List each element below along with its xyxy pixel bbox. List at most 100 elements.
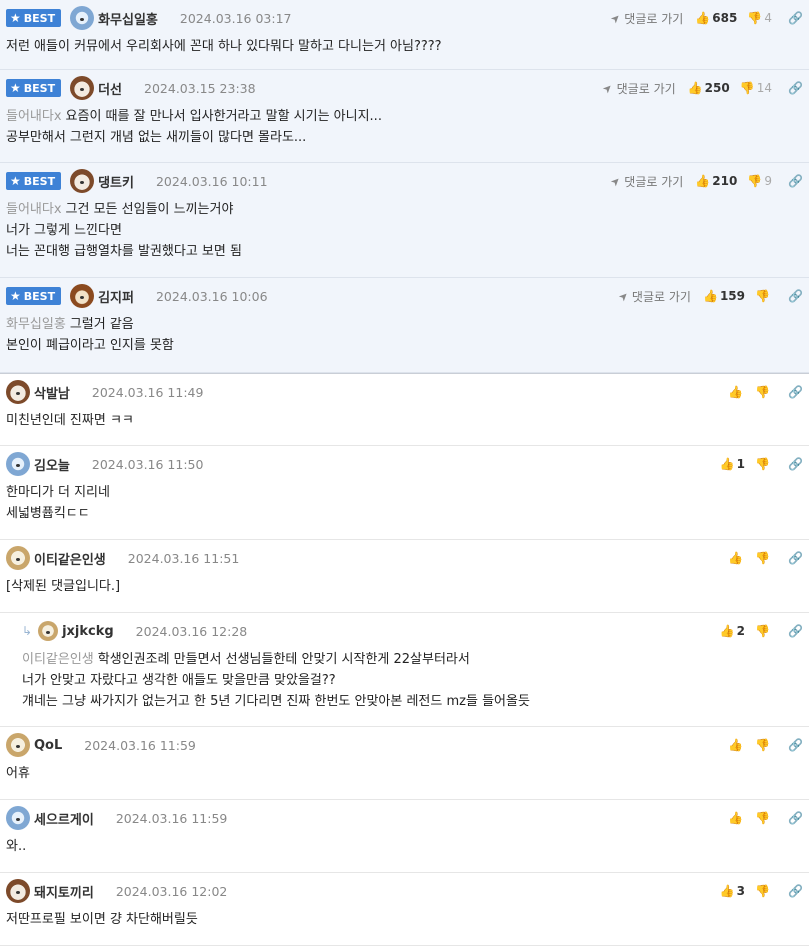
avatar[interactable] [70,284,95,308]
link-icon[interactable]: 🔗 [788,624,803,638]
best-badge: ★ BEST [6,79,62,97]
link-icon[interactable]: 🔗 [788,457,803,471]
timestamp: 2024.03.16 10:11 [155,173,268,189]
downvote-count: 9 [764,174,772,188]
link-icon[interactable]: 🔗 [788,811,803,825]
link-icon[interactable]: 🔗 [788,174,803,188]
author-name[interactable]: 김오늘 [34,455,70,474]
comment-text: 공부만해서 그런지 개념 없는 새끼들이 많다면 몰라도... [6,130,307,145]
thumbs-down-icon: 👎 [739,81,755,95]
upvote-button[interactable]: 👍 159 [703,289,745,303]
downvote-button[interactable]: 👎 4 [747,11,772,25]
comment-text: 너는 꼰대행 급행열차를 발권했다고 보면 됨 [6,244,242,259]
mention-name[interactable]: 들어내다x [6,109,62,124]
upvote-count: 2 [736,624,745,638]
avatar[interactable] [6,380,30,404]
goto-comment-link[interactable]: ➤ 댓글로 가기 [608,173,683,190]
upvote-button[interactable]: 👍 2 [720,624,745,638]
avatar[interactable] [6,806,30,830]
comment-line: [삭제된 댓글입니다.] [6,576,801,597]
upvote-button[interactable]: 👍 250 [688,81,730,95]
link-icon[interactable]: 🔗 [788,385,803,399]
avatar[interactable] [6,452,30,476]
downvote-button[interactable]: 👎 [755,289,772,303]
comment-actions: ➤ 댓글로 가기 👍 210 👎 9 🔗 [608,163,803,199]
avatar[interactable] [38,621,59,641]
downvote-button[interactable]: 👎 14 [740,81,772,95]
author-name[interactable]: 김지퍼 [98,287,134,306]
avatar[interactable] [6,733,30,757]
comment-line: 공부만해서 그런지 개념 없는 새끼들이 많다면 몰라도... [6,127,801,148]
thumbs-down-icon: 👎 [747,174,763,188]
upvote-button[interactable]: 👍 685 [695,11,737,25]
best-label: BEST [23,289,56,303]
downvote-button[interactable]: 👎 [755,385,772,399]
upvote-count: 210 [712,174,738,188]
comment-actions: ➤ 댓글로 가기 👍 250 👎 14 🔗 [600,70,803,106]
avatar[interactable] [6,546,30,570]
timestamp: 2024.03.15 23:38 [144,80,256,96]
comment-header: ★ BEST 더선 2024.03.15 23:38 ➤ 댓글로 가기 👍 250 👎 14 🔗 [6,70,803,106]
avatar[interactable] [70,6,95,30]
downvote-button[interactable]: 👎 [755,738,772,752]
comment-line: 어휴 [6,763,801,784]
author-name[interactable]: jxjkckg [62,624,114,639]
thumbs-up-icon: 👍 [719,884,735,898]
downvote-button[interactable]: 👎 [755,811,772,825]
comment-header: QoL 2024.03.16 11:59 👍 👎 🔗 [6,727,803,763]
link-icon[interactable]: 🔗 [788,11,803,25]
author-name[interactable]: QoL [34,738,62,753]
comment-item: 돼지토끼리 2024.03.16 12:02 👍 3 👎 🔗 저딴프로필 보이면 걍 차단해… [0,873,809,946]
mention-name[interactable]: 화무십일홍 [6,317,66,332]
comment-header: 김오늘 2024.03.16 11:50 👍 1 👎 🔗 [6,446,803,482]
link-icon[interactable]: 🔗 [788,81,803,95]
goto-comment-link[interactable]: ➤ 댓글로 가기 [615,288,690,305]
comment-actions: 👍 2 👎 🔗 [720,613,803,649]
author-name[interactable]: 삭발남 [34,383,70,402]
upvote-button[interactable]: 👍 210 [695,174,737,188]
comment-text: 와.. [6,839,27,854]
link-icon[interactable]: 🔗 [788,738,803,752]
author-name[interactable]: 세으르게이 [34,809,94,828]
downvote-button[interactable]: 👎 9 [747,174,772,188]
comment-body: 들어내다x 요즘이 때를 잘 만나서 입사한거라고 말할 시기는 아니지... 공부… [6,106,801,156]
upvote-count: 159 [719,289,745,303]
mention-name[interactable]: 들어내다x [6,202,62,217]
avatar[interactable] [6,879,30,903]
upvote-button[interactable]: 👍 [728,385,745,399]
goto-comment-link[interactable]: ➤ 댓글로 가기 [600,80,676,97]
comment-line: 걔네는 그냥 싸가지가 없는거고 한 5년 기다리면 진짜 한번도 안맞아본 레… [22,691,801,712]
comment-body: [삭제된 댓글입니다.] [6,576,801,605]
timestamp: 2024.03.16 10:06 [155,288,268,304]
downvote-button[interactable]: 👎 [755,457,772,471]
avatar[interactable] [70,76,95,100]
upvote-count: 3 [736,884,745,898]
thumbs-down-icon: 👎 [755,738,770,752]
comment-body: 어휴 [6,763,801,792]
downvote-button[interactable]: 👎 [755,624,772,638]
downvote-button[interactable]: 👎 [755,884,772,898]
comment-line: 이티같은인생 학생인권조례 만들면서 선생님들한테 안맞기 시작한게 22살부터라… [22,649,801,670]
link-icon[interactable]: 🔗 [788,551,803,565]
comment-header: ★ BEST 댕트키 2024.03.16 10:11 ➤ 댓글로 가기 👍 210 👎 9 🔗 [6,163,803,199]
link-icon[interactable]: 🔗 [788,884,803,898]
author-name[interactable]: 댕트키 [98,172,134,191]
comment-item: ★ BEST 김지퍼 2024.03.16 10:06 ➤ 댓글로 가기 👍 159 👎 🔗 화무십… [0,278,809,373]
send-arrow-icon: ➤ [600,80,616,96]
upvote-button[interactable]: 👍 [728,738,745,752]
author-name[interactable]: 이티같은인생 [34,549,106,568]
author-name[interactable]: 더선 [98,79,122,98]
avatar[interactable] [70,169,95,193]
goto-label: 댓글로 가기 [616,81,676,96]
upvote-button[interactable]: 👍 3 [720,884,745,898]
author-name[interactable]: 돼지토끼리 [34,882,94,901]
upvote-button[interactable]: 👍 [728,551,745,565]
author-name[interactable]: 화무십일홍 [98,9,158,28]
mention-name[interactable]: 이티같은인생 [22,652,94,667]
upvote-button[interactable]: 👍 1 [720,457,745,471]
goto-comment-link[interactable]: ➤ 댓글로 가기 [608,10,683,27]
link-icon[interactable]: 🔗 [788,289,803,303]
upvote-button[interactable]: 👍 [728,811,745,825]
downvote-button[interactable]: 👎 [755,551,772,565]
comment-header: 세으르게이 2024.03.16 11:59 👍 👎 🔗 [6,800,803,836]
